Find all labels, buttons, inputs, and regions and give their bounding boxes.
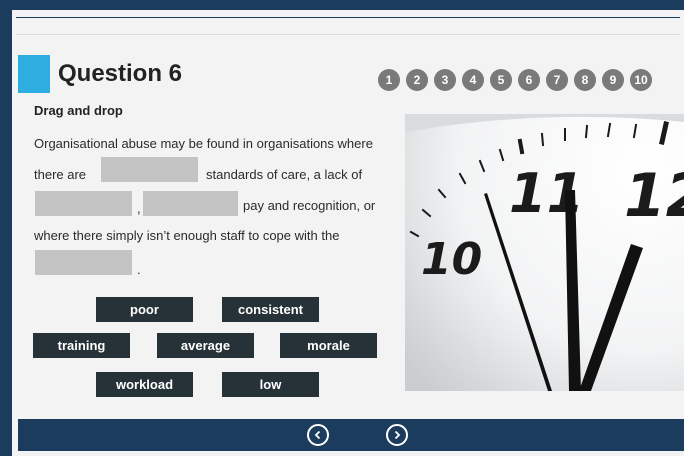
sentence-line-1: Organisational abuse may be found in org…: [34, 136, 373, 151]
svg-text:12: 12: [624, 161, 684, 231]
sentence-text: ,: [137, 201, 141, 216]
option-chip[interactable]: morale: [280, 333, 377, 358]
previous-button[interactable]: [307, 424, 329, 446]
sentence-text: pay and recognition, or: [243, 198, 376, 213]
page-dot[interactable]: 10: [630, 69, 652, 91]
drop-zone-4[interactable]: [35, 250, 132, 275]
chevron-right-icon: [394, 430, 401, 440]
page-dot[interactable]: 3: [434, 69, 456, 91]
sentence-text: there are: [34, 167, 87, 182]
clock-photo: 11 12 10: [405, 114, 684, 391]
option-chip[interactable]: training: [33, 333, 130, 358]
svg-text:10: 10: [421, 234, 482, 285]
sentence-text: standards of care, a lack of: [206, 167, 363, 182]
page-dot[interactable]: 2: [406, 69, 428, 91]
bottom-navigation-bar: [18, 419, 684, 451]
chevron-left-icon: [314, 430, 321, 440]
next-button[interactable]: [386, 424, 408, 446]
page-dot[interactable]: 1: [378, 69, 400, 91]
drop-zone-2[interactable]: [35, 191, 132, 216]
question-accent-square: [18, 55, 50, 93]
instruction-label: Drag and drop: [34, 103, 123, 118]
page-dot[interactable]: 8: [574, 69, 596, 91]
option-chip[interactable]: poor: [96, 297, 193, 322]
drop-zone-3[interactable]: [143, 191, 238, 216]
question-pager: 1 2 3 4 5 6 7 8 9 10: [378, 69, 658, 92]
top-rule: [16, 17, 680, 18]
question-panel: Question 6 1 2 3 4 5 6 7 8 9 10 Drag and…: [12, 10, 684, 456]
option-chip[interactable]: consistent: [222, 297, 319, 322]
page-dot[interactable]: 9: [602, 69, 624, 91]
option-chip[interactable]: average: [157, 333, 254, 358]
drop-zone-1[interactable]: [101, 157, 198, 182]
page-dot[interactable]: 4: [462, 69, 484, 91]
page-dot[interactable]: 5: [490, 69, 512, 91]
page-dot[interactable]: 7: [546, 69, 568, 91]
option-chip[interactable]: low: [222, 372, 319, 397]
sentence-text: where there simply isn’t enough staff to…: [34, 228, 340, 243]
header-divider: [16, 34, 680, 35]
option-chip[interactable]: workload: [96, 372, 193, 397]
page-dot[interactable]: 6: [518, 69, 540, 91]
question-title: Question 6: [58, 60, 183, 87]
sentence-text: .: [137, 262, 141, 277]
